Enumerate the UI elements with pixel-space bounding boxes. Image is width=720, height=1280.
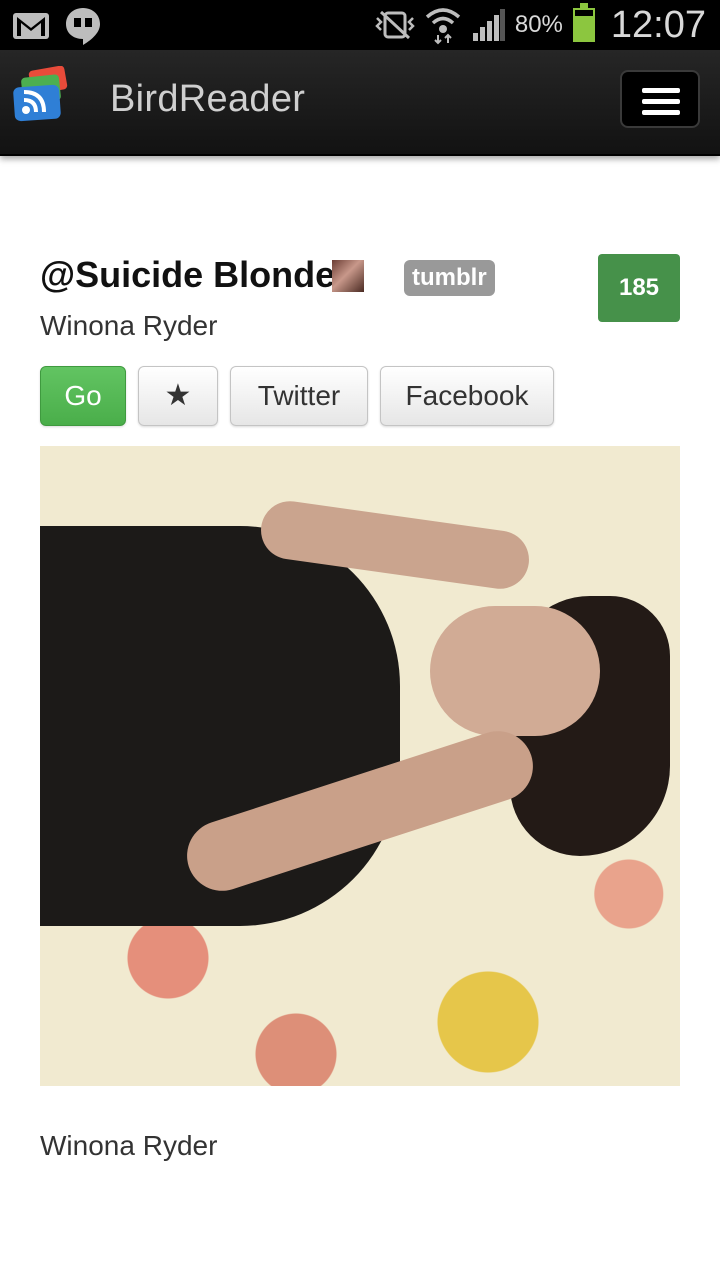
post-card: @Suicide Blonde tumblr 185 Winona Ryder … [40,254,680,1161]
app-title: BirdReader [110,78,306,120]
battery-percent: 80% [514,11,563,38]
source-badge: tumblr [404,260,495,296]
menu-button[interactable] [620,70,700,128]
status-bar: 80% 12:07 [0,0,720,50]
vibrate-icon [375,10,415,40]
star-icon: ★ [164,379,192,412]
action-bar: BirdReader [0,50,720,156]
clock: 12:07 [610,3,706,46]
post-handle[interactable]: @Suicide Blonde [40,254,335,296]
wifi-icon [425,8,461,45]
system-icons: 80% 12:07 [375,0,706,50]
post-caption: Winona Ryder [40,1130,218,1161]
star-button[interactable]: ★ [138,366,218,426]
rss-logo-icon[interactable] [12,66,72,126]
gmail-icon [13,13,49,39]
avatar-thumbnail [332,260,364,292]
twitter-button[interactable]: Twitter [230,366,368,426]
post-subtitle: Winona Ryder [40,310,218,341]
battery-icon [572,3,595,42]
hangouts-icon [66,8,100,45]
post-photo[interactable] [40,446,680,1086]
go-button[interactable]: Go [40,366,126,426]
post-actions: Go ★ Twitter Facebook [40,366,554,426]
count-badge: 185 [598,254,680,322]
notification-icons [12,6,102,46]
post-header: @Suicide Blonde tumblr 185 Winona Ryder [40,254,680,341]
signal-icon [472,9,505,41]
battery-level [574,16,593,40]
facebook-button[interactable]: Facebook [380,366,554,426]
